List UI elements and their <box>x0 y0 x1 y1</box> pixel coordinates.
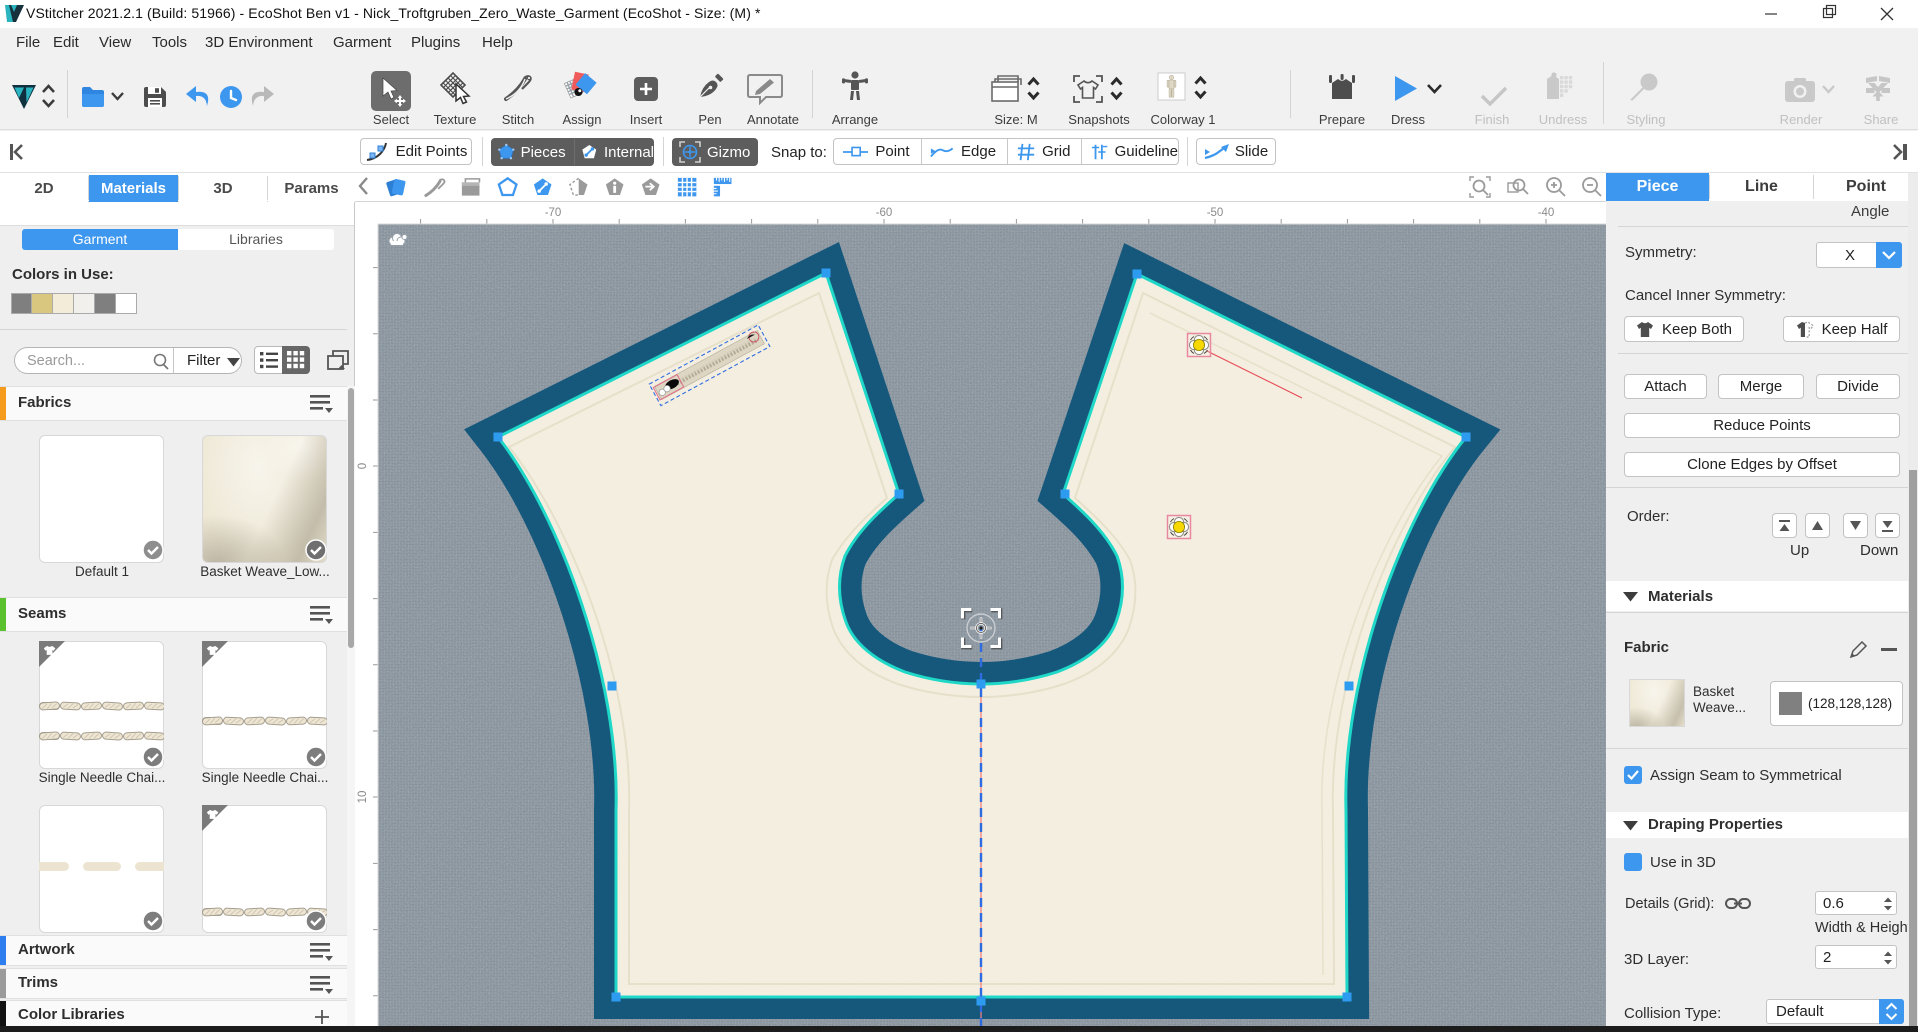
svg-text:-40: -40 <box>1538 207 1555 219</box>
svg-text:-60: -60 <box>876 207 893 219</box>
svg-text:-70: -70 <box>545 207 562 219</box>
svg-text:10: 10 <box>357 791 369 804</box>
svg-text:-50: -50 <box>1207 207 1224 219</box>
svg-text:0: 0 <box>357 463 369 469</box>
